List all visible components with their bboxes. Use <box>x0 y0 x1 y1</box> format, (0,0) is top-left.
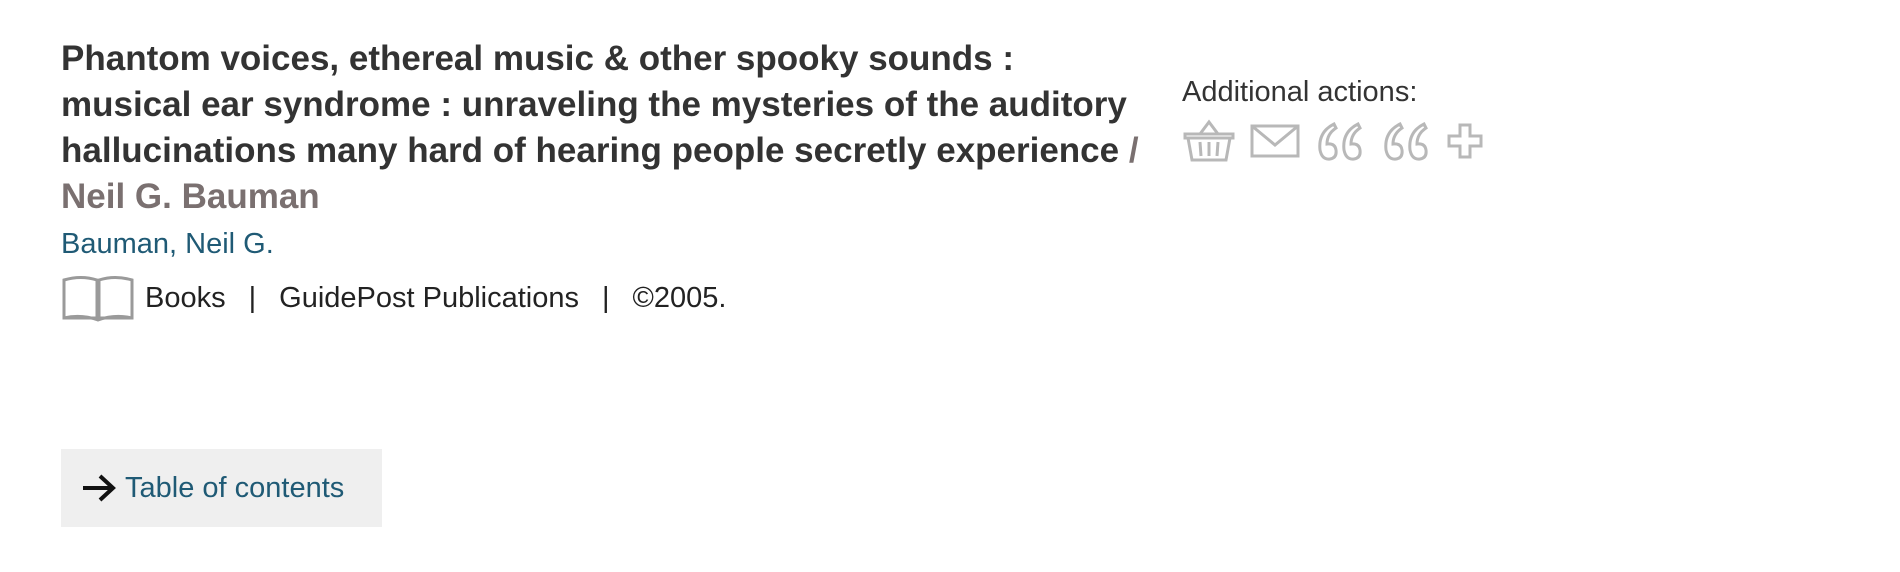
export-citation-icon[interactable] <box>1380 118 1432 169</box>
table-of-contents-button[interactable]: Table of contents <box>61 449 382 527</box>
email-icon[interactable] <box>1250 121 1300 166</box>
publisher-label: GuidePost Publications <box>279 282 579 314</box>
record-title-text: Phantom voices, ethereal music & other s… <box>61 39 1127 170</box>
date-label: ©2005. <box>632 282 727 314</box>
meta-separator: | <box>248 282 257 314</box>
book-icon <box>61 274 135 322</box>
add-icon[interactable] <box>1446 121 1484 166</box>
author-link[interactable]: Bauman, Neil G. <box>61 226 274 262</box>
basket-icon[interactable] <box>1182 118 1236 169</box>
additional-actions-label: Additional actions: <box>1182 76 1418 108</box>
action-icon-bar <box>1182 118 1498 169</box>
meta-separator: | <box>602 282 610 314</box>
record-meta: Books | GuidePost Publications | ©2005. <box>61 274 1141 322</box>
record-title: Phantom voices, ethereal music & other s… <box>61 36 1141 220</box>
record-summary: Phantom voices, ethereal music & other s… <box>61 36 1141 322</box>
record-page: Phantom voices, ethereal music & other s… <box>0 0 1900 572</box>
table-of-contents-label: Table of contents <box>125 471 345 504</box>
cite-icon[interactable] <box>1314 118 1366 169</box>
format-label: Books <box>145 282 226 314</box>
arrow-right-icon <box>81 473 117 503</box>
additional-actions: Additional actions: <box>1182 74 1498 169</box>
